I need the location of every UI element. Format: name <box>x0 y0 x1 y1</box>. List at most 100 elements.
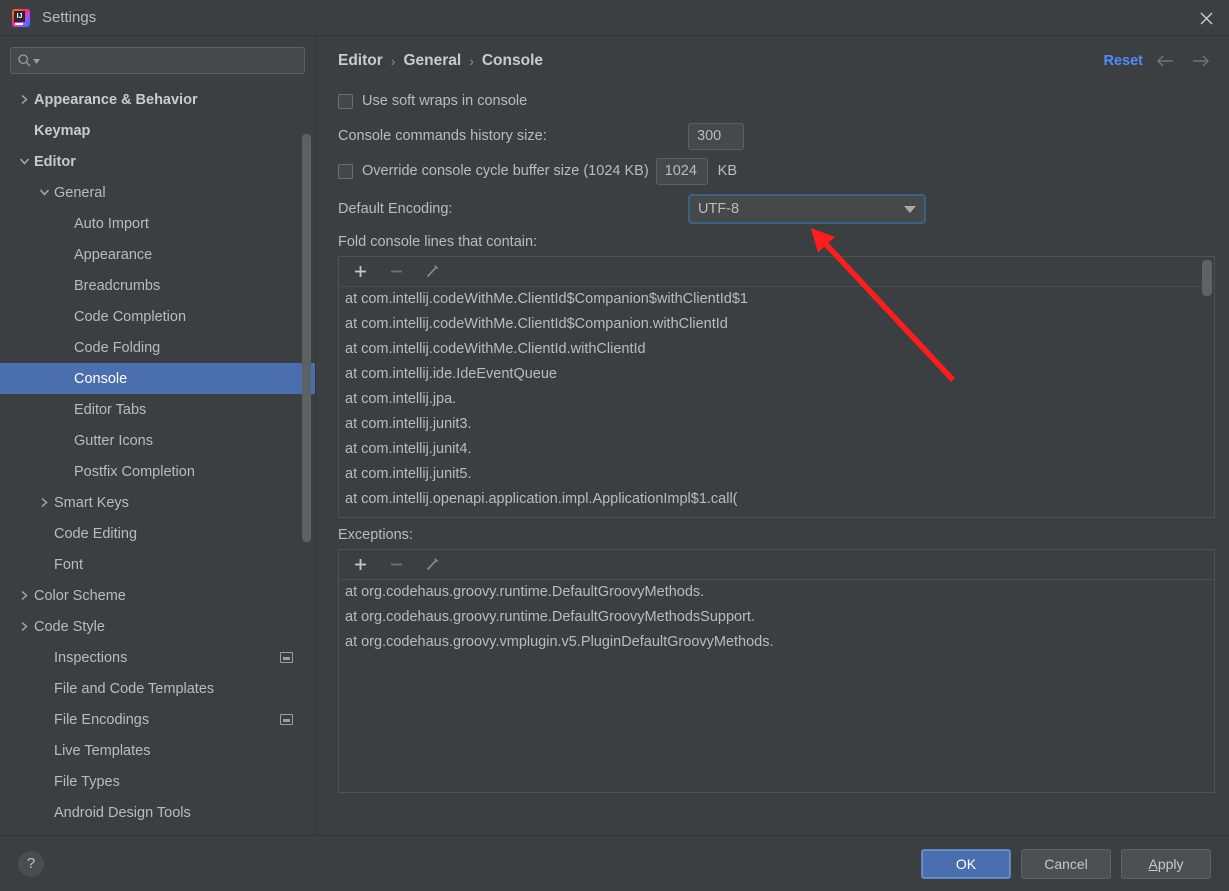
sidebar-item-live-templates[interactable]: Live Templates <box>0 735 315 766</box>
sidebar-item-gutter-icons[interactable]: Gutter Icons <box>0 425 315 456</box>
default-encoding-value: UTF-8 <box>698 201 740 217</box>
chevron-right-icon[interactable] <box>18 620 31 633</box>
sidebar-item-label: Editor <box>34 153 76 170</box>
sidebar-item-label: Auto Import <box>74 215 149 232</box>
list-item[interactable]: at org.codehaus.groovy.runtime.DefaultGr… <box>339 605 1214 630</box>
breadcrumb-item-console: Console <box>481 52 544 69</box>
search-box[interactable] <box>10 47 305 74</box>
sidebar-item-label: Breadcrumbs <box>74 277 161 294</box>
sidebar-item-code-style[interactable]: Code Style <box>0 611 315 642</box>
question-mark-icon[interactable]: ? <box>18 850 44 877</box>
exceptions-label: Exceptions: <box>338 527 413 543</box>
list-item[interactable]: at com.intellij.openapi.application.impl… <box>339 487 1214 512</box>
exceptions-list[interactable]: at org.codehaus.groovy.runtime.DefaultGr… <box>339 580 1214 792</box>
cycle-buffer-checkbox[interactable] <box>338 163 353 179</box>
sidebar-item-breadcrumbs[interactable]: Breadcrumbs <box>0 270 315 301</box>
sidebar-item-file-encodings[interactable]: File Encodings <box>0 704 315 735</box>
sidebar-item-code-editing[interactable]: Code Editing <box>0 518 315 549</box>
cycle-buffer-input[interactable] <box>655 157 708 185</box>
list-item[interactable]: at org.codehaus.groovy.runtime.DefaultGr… <box>339 580 1214 605</box>
sidebar-item-code-folding[interactable]: Code Folding <box>0 332 315 363</box>
minus-icon[interactable] <box>385 554 407 576</box>
settings-scope-icon <box>280 652 293 663</box>
sidebar-item-keymap[interactable]: Keymap <box>0 115 315 146</box>
pencil-icon[interactable] <box>421 261 443 283</box>
cancel-button[interactable]: Cancel <box>1021 848 1111 879</box>
list-item[interactable]: at com.intellij.jpa. <box>339 387 1214 412</box>
sidebar-item-code-completion[interactable]: Code Completion <box>0 301 315 332</box>
close-icon[interactable] <box>1183 0 1229 36</box>
fold-lines-label: Fold console lines that contain: <box>338 234 538 250</box>
reset-link[interactable]: Reset <box>1104 53 1144 69</box>
search-icon <box>17 53 32 68</box>
list-item[interactable]: at org.codehaus.groovy.vmplugin.v5.Plugi… <box>339 630 1214 655</box>
list-item[interactable]: at com.intellij.codeWithMe.ClientId$Comp… <box>339 287 1214 312</box>
sidebar-item-editor-tabs[interactable]: Editor Tabs <box>0 394 315 425</box>
sidebar-item-font[interactable]: Font <box>0 549 315 580</box>
fold-lines-list[interactable]: at com.intellij.codeWithMe.ClientId$Comp… <box>339 287 1214 517</box>
list-item[interactable]: at com.intellij.junit3. <box>339 412 1214 437</box>
list-item[interactable]: at com.intellij.ide.IdeEventQueue <box>339 362 1214 387</box>
sidebar-item-file-types[interactable]: File Types <box>0 766 315 797</box>
chevron-right-icon[interactable] <box>18 93 31 106</box>
breadcrumb-item-general[interactable]: General <box>403 52 461 70</box>
search-input[interactable] <box>44 53 298 68</box>
chevron-down-icon[interactable] <box>38 186 51 199</box>
list-item[interactable]: at com.intellij.codeWithMe.ClientId.with… <box>339 337 1214 362</box>
sidebar-item-label: Color Scheme <box>34 587 126 604</box>
chevron-right-icon[interactable] <box>38 496 51 509</box>
default-encoding-dropdown[interactable]: UTF-8 <box>688 194 926 224</box>
sidebar-item-appearance[interactable]: Appearance <box>0 239 315 270</box>
history-size-input[interactable] <box>688 122 744 150</box>
sidebar-item-auto-import[interactable]: Auto Import <box>0 208 315 239</box>
settings-tree: Appearance & Behavior Keymap Editor General… <box>0 82 315 828</box>
sidebar-item-editor[interactable]: Editor <box>0 146 315 177</box>
sidebar-item-label: Gutter Icons <box>74 432 153 449</box>
sidebar-scrollbar-thumb[interactable] <box>302 134 311 542</box>
search-caret-icon <box>33 52 40 70</box>
sidebar-item-label: File Encodings <box>54 711 150 728</box>
plus-icon[interactable] <box>349 554 371 576</box>
sidebar-item-smart-keys[interactable]: Smart Keys <box>0 487 315 518</box>
chevron-right-icon[interactable] <box>18 589 31 602</box>
list-item[interactable]: at com.intellij.junit4. <box>339 437 1214 462</box>
sidebar-item-label: Live Templates <box>54 742 151 759</box>
plus-icon[interactable] <box>349 261 371 283</box>
fold-lines-scrollbar-thumb[interactable] <box>1202 260 1212 296</box>
apply-button[interactable]: Apply <box>1121 848 1211 879</box>
history-size-row: Console commands history size: <box>338 122 1215 150</box>
sidebar-item-file-and-code-templates[interactable]: File and Code Templates <box>0 673 315 704</box>
sidebar-item-postfix-completion[interactable]: Postfix Completion <box>0 456 315 487</box>
sidebar-item-appearance-behavior[interactable]: Appearance & Behavior <box>0 84 315 115</box>
soft-wraps-checkbox[interactable] <box>338 93 353 109</box>
exceptions-listbox: at org.codehaus.groovy.runtime.DefaultGr… <box>338 549 1215 793</box>
breadcrumb-item-editor[interactable]: Editor <box>338 52 383 70</box>
sidebar-item-label: Code Style <box>34 618 105 635</box>
cycle-buffer-label: Override console cycle buffer size (1024… <box>362 163 649 179</box>
ok-button[interactable]: OK <box>921 848 1011 879</box>
arrow-right-icon[interactable] <box>1187 49 1215 73</box>
chevron-down-icon[interactable] <box>18 155 31 168</box>
list-item[interactable]: at com.intellij.codeWithMe.ClientId$Comp… <box>339 312 1214 337</box>
sidebar-item-label: Code Completion <box>74 308 187 325</box>
sidebar-scrollbar[interactable] <box>302 36 311 835</box>
history-size-label: Console commands history size: <box>338 128 547 144</box>
sidebar-item-inspections[interactable]: Inspections <box>0 642 315 673</box>
sidebar-item-general[interactable]: General <box>0 177 315 208</box>
minus-icon[interactable] <box>385 261 407 283</box>
arrow-left-icon[interactable] <box>1151 49 1179 73</box>
sidebar-item-color-scheme[interactable]: Color Scheme <box>0 580 315 611</box>
sidebar-item-console[interactable]: Console <box>0 363 315 394</box>
sidebar-item-android-design-tools[interactable]: Android Design Tools <box>0 797 315 828</box>
list-item[interactable]: at com.intellij.junit5. <box>339 462 1214 487</box>
sidebar-item-label: Keymap <box>34 122 91 139</box>
pencil-icon[interactable] <box>421 554 443 576</box>
